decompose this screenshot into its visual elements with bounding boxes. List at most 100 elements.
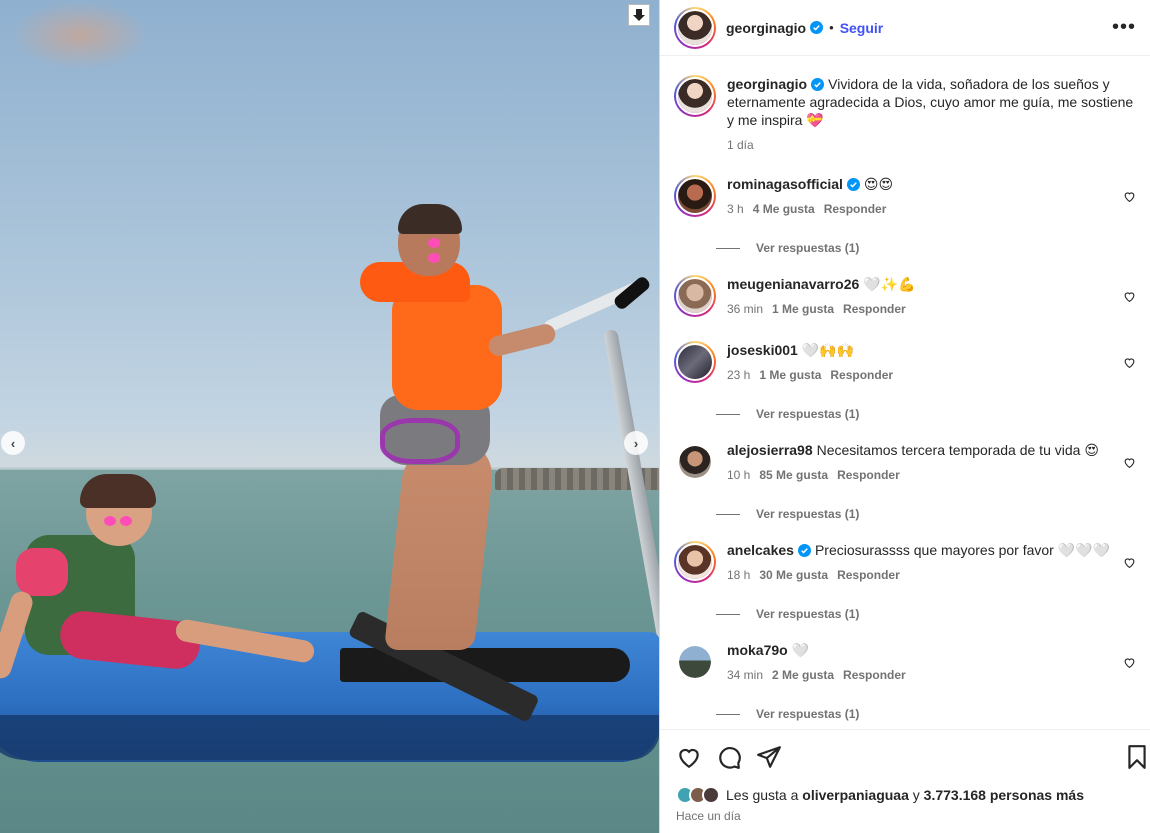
paddle-board-edge	[0, 715, 659, 760]
heart-eyes-sticker	[428, 236, 458, 263]
author-avatar[interactable]	[674, 6, 716, 49]
comment-avatar[interactable]	[674, 341, 716, 383]
reply-button[interactable]: Responder	[830, 368, 893, 382]
comment-time: 18 h	[727, 568, 751, 582]
author-username[interactable]: georginagio	[726, 20, 806, 36]
comment-likes[interactable]: 2 Me gusta	[772, 668, 834, 682]
likes-count[interactable]: 3.773.168 personas más	[924, 787, 1084, 803]
photo-blur	[10, 0, 150, 70]
view-replies-label: Ver respuestas (1)	[756, 241, 860, 255]
child-sleeve	[16, 548, 68, 596]
comment-like-heart-icon[interactable]	[1123, 656, 1136, 669]
girl-life-vest	[392, 285, 502, 410]
view-replies-label: Ver respuestas (1)	[756, 407, 860, 421]
view-replies-label: Ver respuestas (1)	[756, 607, 860, 621]
verified-badge-icon	[797, 544, 811, 557]
comment-time: 3 h	[727, 202, 744, 216]
comment-text: 😍😍	[863, 176, 894, 192]
more-options-icon[interactable]: •••	[1112, 16, 1136, 39]
comment-text: 🤍	[791, 642, 810, 658]
comment-likes[interactable]: 30 Me gusta	[759, 568, 828, 582]
reply-button[interactable]: Responder	[843, 668, 906, 682]
girl-hair	[398, 204, 462, 234]
post-time: Hace un día	[676, 809, 741, 823]
view-replies-button[interactable]: Ver respuestas (1)	[716, 607, 859, 621]
comment-likes[interactable]: 4 Me gusta	[753, 202, 815, 216]
comment-text: Preciosurassss que mayores por favor 🤍🤍🤍	[814, 542, 1111, 558]
caption-username[interactable]: georginagio	[727, 76, 807, 92]
comment-likes[interactable]: 85 Me gusta	[759, 468, 828, 482]
header-separator: •	[829, 20, 834, 35]
reply-button[interactable]: Responder	[824, 202, 887, 216]
share-paper-plane-icon[interactable]	[756, 744, 782, 770]
comment-item: meugenianavarro26 🤍✨💪 36 min 1 Me gusta Res…	[674, 275, 1144, 318]
comment-avatar[interactable]	[674, 175, 716, 217]
comment-avatar[interactable]	[679, 646, 711, 678]
likes-summary: Les gusta a oliverpaniaguaa y 3.773.168 …	[676, 786, 1084, 804]
comment-item: anelcakes Preciosurassss que mayores por …	[674, 541, 1144, 584]
carousel-prev-button[interactable]: ‹	[1, 431, 25, 455]
post-caption: georginagio Vividora de la vida, soñadora…	[674, 75, 1144, 154]
reply-button[interactable]: Responder	[837, 568, 900, 582]
comment-text: 🤍✨💪	[863, 276, 916, 292]
reply-button[interactable]: Responder	[843, 302, 906, 316]
liker-username[interactable]: oliverpaniaguaa	[802, 787, 909, 803]
follow-button[interactable]: Seguir	[840, 20, 884, 36]
comment-time: 36 min	[727, 302, 764, 316]
comment-text: Necesitamos tercera temporada de tu vida…	[816, 442, 1099, 458]
post-actions: Les gusta a oliverpaniaguaa y 3.773.168 …	[660, 729, 1150, 833]
caption-avatar[interactable]	[674, 75, 716, 117]
comment-avatar[interactable]	[679, 446, 711, 478]
child-hair	[80, 474, 156, 508]
comment-avatar[interactable]	[674, 275, 716, 317]
comment-likes[interactable]: 1 Me gusta	[759, 368, 821, 382]
comment-username[interactable]: anelcakes	[727, 542, 794, 558]
verified-badge-icon	[810, 21, 824, 34]
post-header: georginagio • Seguir •••	[660, 0, 1150, 56]
view-replies-button[interactable]: Ver respuestas (1)	[716, 407, 859, 421]
comment-like-heart-icon[interactable]	[1123, 556, 1136, 569]
comment-like-heart-icon[interactable]	[1123, 190, 1136, 203]
comment-item: joseski001 🤍🙌🙌 23 h 1 Me gusta Responder	[674, 341, 1144, 384]
post-photo: ‹ ›	[0, 0, 659, 833]
comment-username[interactable]: alejosierra98	[727, 442, 813, 458]
likes-prefix: Les gusta a	[726, 787, 799, 803]
view-replies-label: Ver respuestas (1)	[756, 707, 860, 721]
verified-badge-icon	[846, 178, 860, 191]
likes-middle: y	[912, 787, 920, 803]
scribble-overlay	[380, 418, 460, 464]
save-bookmark-icon[interactable]	[1124, 744, 1150, 770]
carousel-next-button[interactable]: ›	[624, 431, 648, 455]
comment-likes[interactable]: 1 Me gusta	[772, 302, 834, 316]
comment-like-heart-icon[interactable]	[1123, 456, 1136, 469]
comment-like-heart-icon[interactable]	[1123, 356, 1136, 369]
comment-username[interactable]: rominagasofficial	[727, 176, 843, 192]
view-replies-button[interactable]: Ver respuestas (1)	[716, 507, 859, 521]
comment-time: 34 min	[727, 668, 764, 682]
child-heart-eyes-sticker	[104, 514, 136, 529]
comments-list: georginagio Vividora de la vida, soñadora…	[660, 57, 1150, 729]
download-button[interactable]	[628, 4, 650, 26]
comment-username[interactable]: meugenianavarro26	[727, 276, 859, 292]
comment-item: rominagasofficial 😍😍 3 h 4 Me gusta Respond…	[674, 175, 1144, 218]
comment-like-heart-icon[interactable]	[1123, 290, 1136, 303]
download-arrow-icon	[633, 9, 645, 21]
comment-username[interactable]: moka79o	[727, 642, 788, 658]
comment-text: 🤍🙌🙌	[801, 342, 855, 358]
view-replies-button[interactable]: Ver respuestas (1)	[716, 241, 859, 255]
comment-item: moka79o 🤍 34 min 2 Me gusta Responder	[674, 641, 1144, 684]
caption-time: 1 día	[727, 138, 754, 152]
view-replies-label: Ver respuestas (1)	[756, 507, 860, 521]
view-replies-button[interactable]: Ver respuestas (1)	[716, 707, 859, 721]
comment-bubble-icon[interactable]	[716, 744, 742, 770]
like-heart-icon[interactable]	[676, 744, 702, 770]
comment-item: alejosierra98 Necesitamos tercera tempora…	[674, 441, 1144, 484]
comment-avatar[interactable]	[674, 541, 716, 583]
comment-time: 23 h	[727, 368, 751, 382]
reply-button[interactable]: Responder	[837, 468, 900, 482]
post-side-panel: georginagio • Seguir ••• georginagio Vivi…	[659, 0, 1150, 833]
verified-badge-icon	[811, 78, 825, 91]
comment-time: 10 h	[727, 468, 751, 482]
liker-avatars	[676, 786, 720, 804]
comment-username[interactable]: joseski001	[727, 342, 798, 358]
